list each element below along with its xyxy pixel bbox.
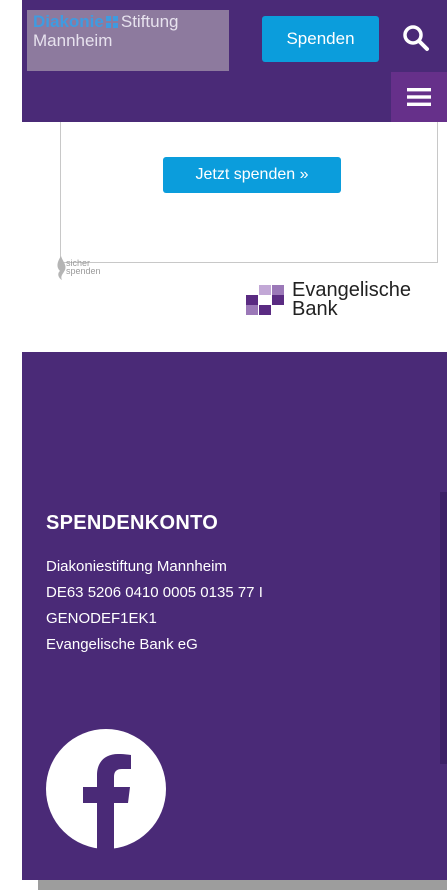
facebook-icon[interactable] bbox=[46, 729, 166, 849]
bottom-gap bbox=[22, 880, 38, 890]
site-footer: SPENDENKONTO Diakoniestiftung Mannheim D… bbox=[22, 352, 447, 880]
site-logo[interactable]: Diakonie Stiftung Mannheim bbox=[27, 10, 229, 71]
account-bank: Evangelische Bank eG bbox=[46, 636, 198, 653]
footer-title: SPENDENKONTO bbox=[46, 512, 219, 534]
hamburger-menu-icon bbox=[407, 88, 431, 106]
scrollbar[interactable] bbox=[440, 492, 447, 764]
bank-account-details: Diakoniestiftung Mannheim DE63 5206 0410… bbox=[46, 554, 263, 658]
search-icon[interactable] bbox=[402, 24, 430, 52]
account-iban: DE63 5206 0410 0005 0135 77 I bbox=[46, 584, 263, 601]
logo-brand: Diakonie bbox=[33, 12, 104, 31]
evangelische-bank-text: Evangelische Bank bbox=[292, 280, 411, 320]
cross-icon bbox=[105, 16, 118, 28]
logo-city: Mannheim bbox=[33, 31, 113, 50]
evangelische-bank-icon bbox=[246, 285, 284, 315]
bank-line-2: Bank bbox=[292, 298, 338, 320]
account-holder: Diakoniestiftung Mannheim bbox=[46, 558, 227, 575]
bottom-bar bbox=[38, 880, 447, 890]
donate-button[interactable]: Spenden bbox=[262, 16, 379, 62]
page-gutter bbox=[0, 0, 22, 890]
sicher-line-2: spenden bbox=[66, 266, 101, 276]
donate-now-button[interactable]: Jetzt spenden » bbox=[163, 157, 341, 193]
sicher-spenden-badge: sicher spenden bbox=[54, 255, 124, 285]
site-header: Diakonie Stiftung Mannheim Spenden bbox=[22, 0, 447, 122]
sicher-spenden-text: sicher spenden bbox=[66, 259, 101, 276]
account-bic: GENODEF1EK1 bbox=[46, 610, 157, 627]
logo-brand-suffix: Stiftung bbox=[120, 12, 179, 31]
logo-line-1: Diakonie Stiftung bbox=[33, 12, 223, 31]
menu-button[interactable] bbox=[391, 72, 447, 122]
evangelische-bank-logo[interactable]: Evangelische Bank bbox=[246, 280, 446, 321]
